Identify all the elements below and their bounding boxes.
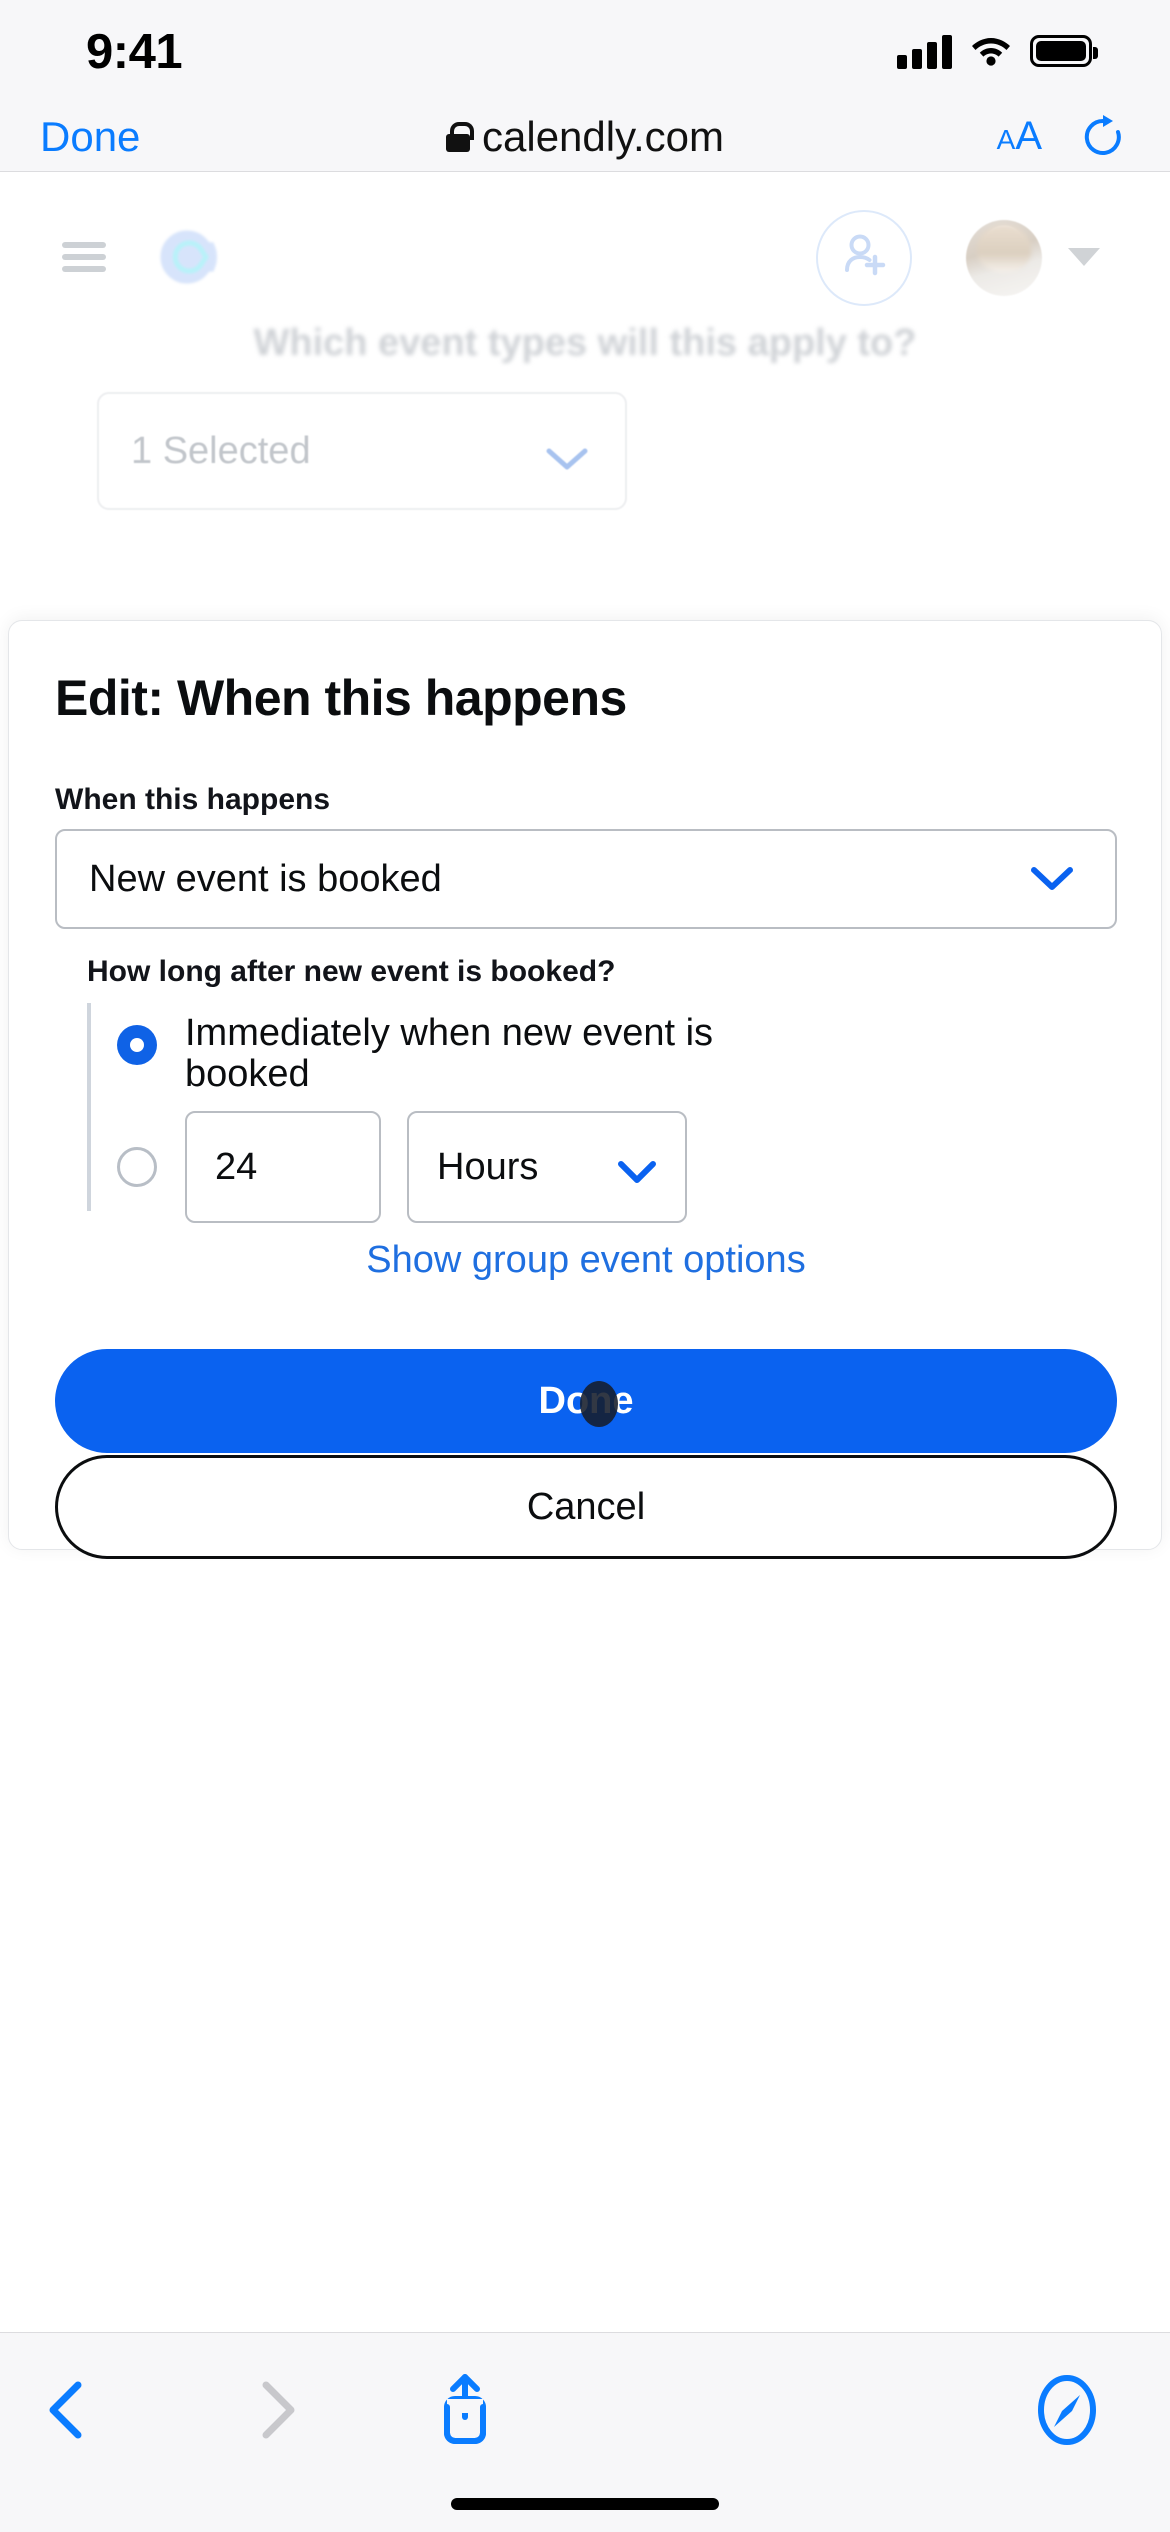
- chevron-right-icon: [232, 2365, 322, 2455]
- hamburger-menu-icon[interactable]: [62, 242, 106, 272]
- radio-immediately-indicator[interactable]: [117, 1025, 157, 1065]
- wifi-icon: [968, 30, 1014, 71]
- touch-point-indicator: [580, 1381, 618, 1427]
- chevron-down-icon: [617, 1153, 657, 1196]
- radio-option-custom-delay[interactable]: 24 Hours: [117, 1111, 687, 1223]
- done-button[interactable]: Done: [55, 1349, 1117, 1453]
- status-bar-time: 9:41: [86, 25, 183, 79]
- radio-custom-delay-indicator[interactable]: [117, 1147, 157, 1187]
- address-bar[interactable]: calendly.com: [0, 113, 1170, 161]
- delay-amount-value: 24: [215, 1145, 258, 1188]
- calendly-logo-icon: [148, 218, 226, 296]
- chevron-down-icon: [1029, 865, 1075, 898]
- safari-compass-icon[interactable]: [1022, 2365, 1112, 2455]
- delay-radio-group: Immediately when new event is booked 24 …: [87, 1003, 1117, 1223]
- home-indicator: [451, 2498, 719, 2510]
- how-long-label: How long after new event is booked?: [87, 955, 616, 988]
- edit-when-this-happens-modal: Edit: When this happens When this happen…: [8, 620, 1163, 1559]
- status-bar-indicators: [897, 30, 1098, 71]
- avatar[interactable]: [966, 220, 1042, 296]
- event-types-select[interactable]: 1 Selected: [97, 392, 627, 510]
- chevron-down-icon: [545, 440, 589, 483]
- delay-unit-select[interactable]: Hours: [407, 1111, 687, 1223]
- address-bar-url: calendly.com: [482, 112, 724, 160]
- show-group-event-options-link[interactable]: Show group event options: [9, 1239, 1163, 1282]
- event-types-selected-value: 1 Selected: [131, 429, 311, 472]
- chevron-left-icon[interactable]: [22, 2365, 112, 2455]
- cancel-button-label: Cancel: [526, 1485, 646, 1528]
- caret-down-icon[interactable]: [1068, 248, 1100, 266]
- status-bar: 9:41: [0, 0, 1170, 102]
- when-this-happens-label: When this happens: [55, 783, 331, 816]
- when-this-happens-value: New event is booked: [89, 857, 442, 900]
- browser-top-bar: Done calendly.com AA: [0, 102, 1170, 172]
- cancel-button[interactable]: Cancel: [55, 1455, 1117, 1559]
- cellular-signal-icon: [897, 33, 952, 69]
- text-size-large-a: A: [1015, 114, 1042, 158]
- calendly-page: Which event types will this apply to? 1 …: [0, 172, 1170, 2332]
- modal-title: Edit: When this happens: [55, 670, 627, 726]
- text-size-button[interactable]: AA: [997, 114, 1042, 159]
- delay-unit-value: Hours: [437, 1145, 539, 1188]
- reload-icon[interactable]: [1080, 114, 1126, 160]
- radio-immediately-label: Immediately when new event is booked: [185, 1012, 714, 1096]
- battery-icon: [1030, 34, 1098, 67]
- event-types-question: Which event types will this apply to?: [253, 322, 917, 364]
- lock-icon: [446, 121, 474, 152]
- add-person-icon: [838, 230, 890, 287]
- browser-bottom-toolbar: [0, 2332, 1170, 2532]
- radio-option-immediately[interactable]: Immediately when new event is booked: [117, 1012, 785, 1096]
- calendly-app-header: [0, 202, 1170, 312]
- text-size-small-a: A: [996, 124, 1016, 155]
- share-icon[interactable]: [420, 2365, 510, 2455]
- delay-amount-input[interactable]: 24: [185, 1111, 381, 1223]
- add-person-button[interactable]: [816, 210, 912, 306]
- iphone-screen: 9:41 Done calendly.com AA Which event ty…: [0, 0, 1170, 2532]
- when-this-happens-select[interactable]: New event is booked: [55, 829, 1117, 929]
